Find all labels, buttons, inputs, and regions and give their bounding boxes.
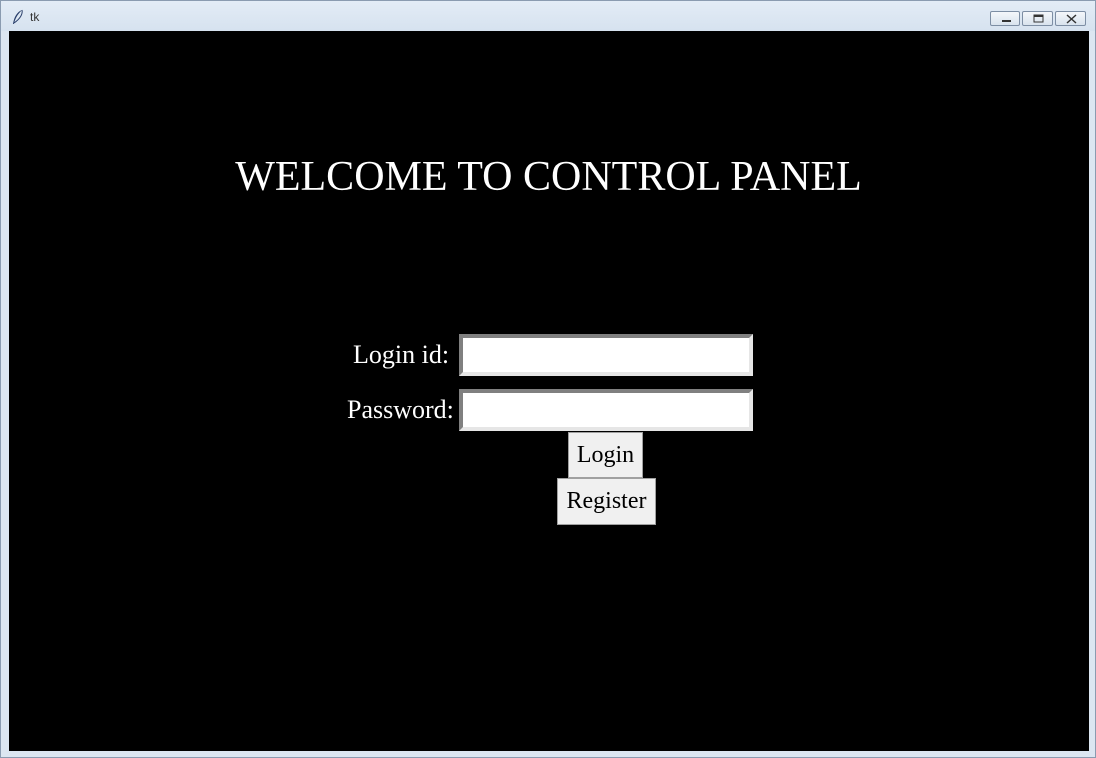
password-input[interactable] (459, 389, 753, 431)
login-button[interactable]: Login (568, 432, 643, 478)
page-title: WELCOME TO CONTROL PANEL (9, 153, 1089, 201)
minimize-button[interactable] (990, 11, 1020, 26)
close-button[interactable] (1055, 11, 1086, 26)
login-id-label: Login id: (353, 340, 450, 369)
feather-icon (11, 9, 25, 25)
register-button[interactable]: Register (557, 478, 656, 525)
title-bar[interactable]: tk (1, 1, 1095, 31)
password-label: Password: (347, 395, 454, 424)
maximize-button[interactable] (1022, 11, 1053, 26)
main-panel: WELCOME TO CONTROL PANEL Login id: Passw… (9, 31, 1089, 751)
window-title: tk (30, 10, 40, 24)
app-window: tk WELCOME TO CONTROL PANEL Login id: Pa… (0, 0, 1096, 758)
login-id-input[interactable] (459, 334, 753, 376)
page-title-text: WELCOME TO CONTROL PANEL (235, 154, 862, 200)
